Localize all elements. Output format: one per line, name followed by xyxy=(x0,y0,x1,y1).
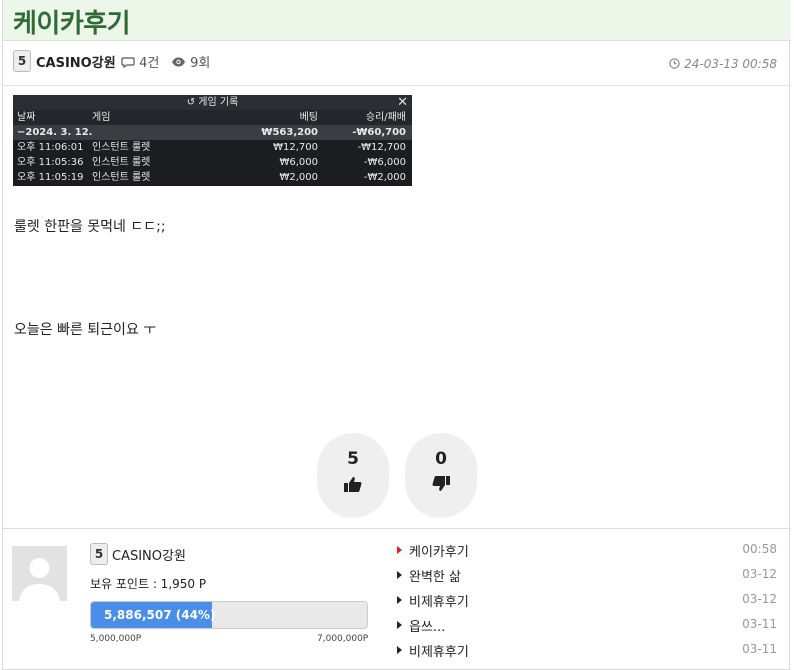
related-post-item[interactable]: 읍쓰... 03-11 xyxy=(397,616,777,636)
caret-right-icon xyxy=(397,546,402,554)
related-post-item[interactable]: 비제휴후기 03-12 xyxy=(397,591,777,611)
col-bet: 베팅 xyxy=(299,112,318,123)
comment-icon xyxy=(121,57,135,69)
row-bet: ₩2,000 xyxy=(279,172,318,183)
game-record-image: ↺ 게임 기록 ✕ 날짜 게임 베팅 승리/패배 −2024. 3. 12. ₩… xyxy=(13,95,412,186)
caret-right-icon xyxy=(397,646,402,654)
downvote-count: 0 xyxy=(435,449,447,469)
post-meta: 5 CASINO강원 4건 9회 24-03-13 00:58 xyxy=(3,41,791,86)
row-game: 인스턴트 룰렛 xyxy=(92,172,151,183)
post-frame: 케이카후기 5 CASINO강원 4건 9회 24-03-13 00:58 ↺ … xyxy=(2,0,791,670)
view-count-value: 9회 xyxy=(190,56,211,71)
row-bet: ₩12,700 xyxy=(273,142,318,153)
post-title-bar: 케이카후기 xyxy=(3,0,791,41)
profile-name[interactable]: CASINO강원 xyxy=(112,545,186,564)
default-avatar-icon xyxy=(19,558,60,601)
post-date-value: 24-03-13 00:58 xyxy=(684,57,777,71)
comment-count-value: 4건 xyxy=(139,56,160,71)
related-post-item[interactable]: 케이카후기 00:58 xyxy=(397,541,777,561)
caret-right-icon xyxy=(397,571,402,579)
avatar xyxy=(12,546,67,601)
related-post-date: 03-11 xyxy=(742,642,777,656)
level-badge-icon: 5 xyxy=(13,50,31,72)
row-game: 인스턴트 룰렛 xyxy=(92,142,151,153)
level-progress-bar: 5,886,507 (44%) xyxy=(90,601,368,629)
related-post-title[interactable]: 완벽한 삶 xyxy=(409,566,461,585)
game-record-columns: 날짜 게임 베팅 승리/패배 xyxy=(13,110,412,125)
comment-count: 4건 xyxy=(121,52,159,71)
post-body-line: 오늘은 빠른 퇴근이요 ㅜ xyxy=(14,322,157,338)
level-progress-text: 5,886,507 (44%) xyxy=(104,608,216,622)
level-badge-icon: 5 xyxy=(90,543,108,565)
post-body-line: 룰렛 한판을 못먹네 ㄷㄷ;; xyxy=(14,219,166,235)
game-record-total: −2024. 3. 12. ₩563,200 -₩60,700 xyxy=(13,125,412,140)
related-post-date: 03-11 xyxy=(742,617,777,631)
row-result: -₩12,700 xyxy=(357,142,407,153)
related-post-item[interactable]: 완벽한 삶 03-12 xyxy=(397,566,777,586)
post-title: 케이카후기 xyxy=(13,9,131,39)
related-post-title[interactable]: 비제휴후기 xyxy=(409,641,469,660)
row-result: -₩2,000 xyxy=(363,172,406,183)
total-bet: ₩563,200 xyxy=(261,127,318,138)
author-name[interactable]: CASINO강원 xyxy=(36,52,116,71)
col-date: 날짜 xyxy=(17,112,36,123)
progress-min-label: 5,000,000P xyxy=(90,634,142,644)
section-divider xyxy=(3,528,791,529)
close-icon: ✕ xyxy=(397,95,408,110)
game-record-row: 오후 11:05:36 인스턴트 룰렛 ₩6,000 -₩6,000 xyxy=(13,155,412,170)
thumbs-up-icon xyxy=(344,477,362,492)
post-date: 24-03-13 00:58 xyxy=(669,57,777,71)
related-post-item[interactable]: 비제휴후기 03-11 xyxy=(397,641,777,661)
total-result: -₩60,700 xyxy=(352,127,406,138)
clock-icon xyxy=(669,58,680,69)
related-post-date: 03-12 xyxy=(742,567,777,581)
game-record-row: 오후 11:06:01 인스턴트 룰렛 ₩12,700 -₩12,700 xyxy=(13,140,412,155)
eye-icon xyxy=(172,57,185,67)
related-post-date: 00:58 xyxy=(742,542,777,556)
caret-right-icon xyxy=(397,596,402,604)
row-date: 오후 11:05:19 xyxy=(17,172,84,183)
row-date: 오후 11:05:36 xyxy=(17,157,84,168)
caret-right-icon xyxy=(397,621,402,629)
thumbs-down-icon xyxy=(432,476,450,491)
upvote-count: 5 xyxy=(347,449,359,469)
downvote-button[interactable]: 0 xyxy=(405,433,477,518)
row-bet: ₩6,000 xyxy=(279,157,318,168)
profile-points: 보유 포인트 : 1,950 P xyxy=(90,577,207,591)
game-record-title: 게임 기록 xyxy=(198,97,239,108)
row-result: -₩6,000 xyxy=(363,157,406,168)
upvote-button[interactable]: 5 xyxy=(317,433,389,518)
view-count: 9회 xyxy=(171,52,210,71)
game-record-header: ↺ 게임 기록 ✕ xyxy=(13,95,412,110)
row-date: 오후 11:06:01 xyxy=(17,142,84,153)
history-icon: ↺ xyxy=(186,97,196,108)
row-game: 인스턴트 룰렛 xyxy=(92,157,151,168)
progress-max-label: 7,000,000P xyxy=(317,634,369,644)
related-post-title[interactable]: 케이카후기 xyxy=(409,541,469,560)
related-post-date: 03-12 xyxy=(742,592,777,606)
related-post-title[interactable]: 비제휴후기 xyxy=(409,591,469,610)
col-result: 승리/패배 xyxy=(365,112,406,123)
col-game: 게임 xyxy=(92,112,111,123)
related-post-title[interactable]: 읍쓰... xyxy=(409,616,445,635)
game-record-row: 오후 11:05:19 인스턴트 룰렛 ₩2,000 -₩2,000 xyxy=(13,170,412,185)
total-date: −2024. 3. 12. xyxy=(17,127,93,138)
